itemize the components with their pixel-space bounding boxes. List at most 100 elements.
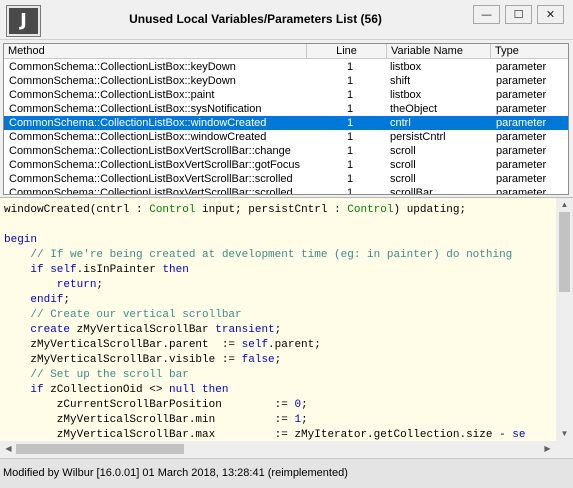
variable-name-cell: persistCntrl	[390, 131, 446, 143]
table-row[interactable]: CommonSchema::CollectionListBoxVertScrol…	[4, 186, 568, 195]
variable-name-cell: listbox	[390, 61, 422, 73]
method-cell: CommonSchema::CollectionListBoxVertScrol…	[9, 145, 291, 157]
line-cell: 1	[346, 173, 354, 185]
code-token: if self	[4, 264, 77, 276]
vertical-scroll-thumb[interactable]	[559, 212, 570, 292]
code-editor[interactable]: windowCreated(cntrl : Control input; per…	[0, 197, 573, 456]
table-row[interactable]: CommonSchema::CollectionListBox::paint 1 l…	[4, 88, 568, 102]
vertical-scrollbar[interactable]: ▲ ▼	[556, 198, 573, 443]
column-header-method[interactable]: Method	[4, 44, 307, 59]
method-cell: CommonSchema::CollectionListBox::keyDown	[9, 61, 236, 73]
code-token: ) updating;	[393, 204, 467, 216]
variable-name-cell: listbox	[390, 89, 422, 101]
method-cell: CommonSchema::CollectionListBoxVertScrol…	[9, 173, 293, 185]
table-row[interactable]: CommonSchema::CollectionListBox::windowC…	[4, 116, 568, 130]
code-line: // Set up the scroll bar	[4, 368, 526, 383]
code-line: return;	[4, 278, 526, 293]
scroll-right-arrow-icon[interactable]: ▶	[539, 444, 556, 453]
type-cell: parameter	[496, 187, 547, 195]
variable-name-cell: scroll	[390, 145, 416, 157]
status-text: Modified by Wilbur [16.0.01] 01 March 20…	[3, 467, 348, 479]
scroll-up-arrow-icon[interactable]: ▲	[556, 200, 573, 209]
code-line: zMyVerticalScrollBar.visible := false;	[4, 353, 526, 368]
minimize-button[interactable]: —	[473, 5, 500, 24]
scrollbar-corner	[556, 441, 573, 457]
code-text[interactable]: windowCreated(cntrl : Control input; per…	[4, 203, 526, 443]
code-token: input; persistCntrl :	[195, 204, 348, 216]
status-bar: Modified by Wilbur [16.0.01] 01 March 20…	[0, 458, 573, 488]
close-button[interactable]: ✕	[537, 5, 564, 24]
type-cell: parameter	[496, 145, 547, 157]
title-bar: J Unused Local Variables/Parameters List…	[0, 0, 573, 40]
line-cell: 1	[346, 187, 354, 195]
line-cell: 1	[346, 103, 354, 115]
table-row[interactable]: CommonSchema::CollectionListBox::sysNoti…	[4, 102, 568, 116]
list-header: Method Line Variable Name Type	[4, 44, 568, 59]
code-token: ;	[96, 279, 104, 291]
code-line: zMyVerticalScrollBar.parent := self.pare…	[4, 338, 526, 353]
table-row[interactable]: CommonSchema::CollectionListBoxVertScrol…	[4, 172, 568, 186]
code-token: ;	[274, 354, 282, 366]
type-cell: parameter	[496, 117, 547, 129]
variable-name-cell: cntrl	[390, 117, 411, 129]
method-cell: CommonSchema::CollectionListBox::sysNoti…	[9, 103, 262, 115]
code-line: endif;	[4, 293, 526, 308]
code-line: zMyVerticalScrollBar.min := 1;	[4, 413, 526, 428]
code-token: .isInPainter	[76, 264, 163, 276]
method-cell: CommonSchema::CollectionListBox::windowC…	[9, 117, 267, 129]
code-line: begin	[4, 233, 526, 248]
table-row[interactable]: CommonSchema::CollectionListBox::keyDown…	[4, 60, 568, 74]
table-row[interactable]: CommonSchema::CollectionListBox::windowC…	[4, 130, 568, 144]
maximize-button[interactable]: ☐	[505, 5, 532, 24]
code-token: Control	[149, 204, 196, 216]
variable-name-cell: scroll	[390, 173, 416, 185]
line-cell: 1	[346, 75, 354, 87]
code-line: create zMyVerticalScrollBar transient;	[4, 323, 526, 338]
code-line: windowCreated(cntrl : Control input; per…	[4, 203, 526, 218]
code-token: if	[4, 384, 44, 396]
table-row[interactable]: CommonSchema::CollectionListBoxVertScrol…	[4, 158, 568, 172]
line-cell: 1	[346, 159, 354, 171]
code-token: create	[4, 324, 71, 336]
line-cell: 1	[346, 61, 354, 73]
type-cell: parameter	[496, 75, 547, 87]
code-line: // If we're being created at development…	[4, 248, 526, 263]
table-row[interactable]: CommonSchema::CollectionListBox::keyDown…	[4, 74, 568, 88]
code-token: zMyVerticalScrollBar.parent :=	[4, 339, 242, 351]
code-token: windowCreated(cntrl :	[4, 204, 150, 216]
horizontal-scrollbar[interactable]: ◀ ▶	[0, 441, 556, 457]
line-cell: 1	[346, 89, 354, 101]
code-line: zCurrentScrollBarPosition := 0;	[4, 398, 526, 413]
type-cell: parameter	[496, 89, 547, 101]
code-token: ;	[274, 324, 282, 336]
code-token: false	[241, 354, 275, 366]
code-token: zCurrentScrollBarPosition :=	[4, 399, 295, 411]
method-cell: CommonSchema::CollectionListBox::paint	[9, 89, 215, 101]
column-header-line[interactable]: Line	[307, 44, 387, 59]
method-cell: CommonSchema::CollectionListBox::keyDown	[9, 75, 236, 87]
code-token: // Create our vertical scrollbar	[4, 309, 242, 321]
horizontal-scroll-thumb[interactable]	[16, 444, 184, 454]
type-cell: parameter	[496, 61, 547, 73]
code-line: if self.isInPainter then	[4, 263, 526, 278]
unused-variables-list[interactable]: Method Line Variable Name Type CommonSch…	[3, 43, 569, 195]
code-token: begin	[4, 234, 38, 246]
column-header-type[interactable]: Type	[491, 44, 568, 59]
window-title: Unused Local Variables/Parameters List (…	[129, 12, 382, 26]
scroll-down-arrow-icon[interactable]: ▼	[556, 429, 573, 438]
table-row[interactable]: CommonSchema::CollectionListBoxVertScrol…	[4, 144, 568, 158]
column-header-variable-name[interactable]: Variable Name	[387, 44, 491, 59]
code-line: // Create our vertical scrollbar	[4, 308, 526, 323]
method-cell: CommonSchema::CollectionListBoxVertScrol…	[9, 159, 301, 171]
code-token: zMyVerticalScrollBar	[70, 324, 216, 336]
variable-name-cell: scroll	[390, 159, 416, 171]
method-cell: CommonSchema::CollectionListBox::windowC…	[9, 131, 267, 143]
method-cell: CommonSchema::CollectionListBoxVertScrol…	[9, 187, 293, 195]
line-cell: 1	[346, 117, 354, 129]
code-token: endif	[4, 294, 64, 306]
scroll-left-arrow-icon[interactable]: ◀	[0, 444, 17, 453]
code-token: ;	[63, 294, 71, 306]
code-token: .parent;	[268, 339, 321, 351]
variable-name-cell: shift	[390, 75, 411, 87]
